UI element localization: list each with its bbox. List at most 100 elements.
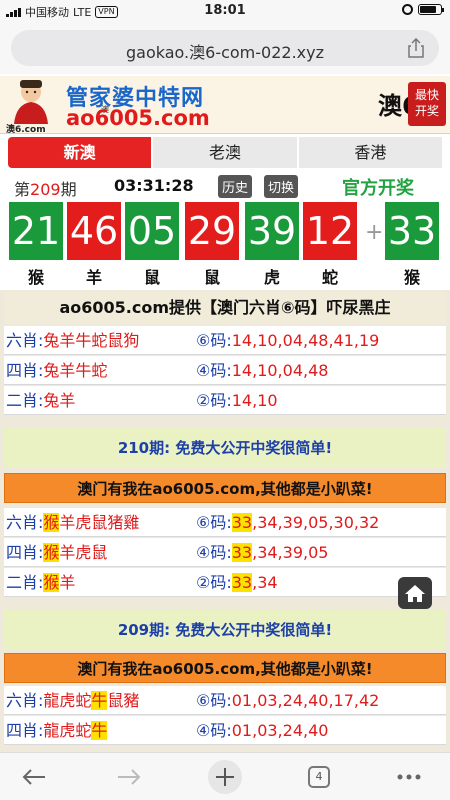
- code-cell: ⑥码:01,03,24,40,17,42: [196, 686, 379, 715]
- zodiac-value: 兔羊: [43, 391, 76, 410]
- code-label: ②码:: [196, 391, 232, 410]
- special-ball: 33: [385, 202, 439, 260]
- ball-6: 12: [303, 202, 357, 260]
- zodiac-highlight: 牛: [91, 721, 108, 740]
- zodiac-label: 六肖:: [6, 331, 44, 350]
- share-icon[interactable]: [407, 38, 425, 58]
- ad-banner-1[interactable]: 澳门有我在ao6005.com,其他都是小趴菜!: [4, 473, 446, 503]
- notice-209: 209期: 免费大公开中奖很简单!: [4, 610, 446, 650]
- battery-icon: [418, 4, 444, 15]
- browser-url-bar: gaokao.澳6-com-022.xyz: [0, 22, 450, 74]
- ball-2-zodiac: 羊: [85, 268, 102, 287]
- tab-laoao[interactable]: 老澳: [153, 137, 297, 168]
- forward-arrow-icon: [118, 769, 141, 785]
- prediction-row: 四肖:兔羊牛蛇 ④码:14,10,04,48: [4, 356, 446, 385]
- seal-line-2: 开奖: [414, 104, 439, 118]
- countdown-clock: 03:31:28: [114, 176, 194, 195]
- zodiac-label: 四肖:: [6, 361, 44, 380]
- zodiac-cell: 二肖:猴羊: [6, 568, 75, 597]
- history-button[interactable]: 历史: [218, 175, 253, 198]
- region-tabs: 新澳 老澳 香港: [8, 137, 442, 168]
- ball-4-zodiac: 鼠: [203, 268, 220, 287]
- draw-info: 第209期 03:31:28 历史 切换 官方开奖: [14, 173, 444, 199]
- ball-6-zodiac: 蛇: [321, 268, 338, 287]
- tab-hongkong[interactable]: 香港: [298, 137, 442, 168]
- notice-210: 210期: 免费大公开中奖很简单!: [4, 428, 446, 468]
- zodiac-label: 四肖:: [6, 543, 44, 562]
- code-value: 14,10: [231, 391, 278, 410]
- code-value: 14,10,04,48,41,19: [231, 331, 380, 350]
- switch-button[interactable]: 切换: [264, 175, 299, 198]
- url-text[interactable]: gaokao.澳6-com-022.xyz: [11, 39, 439, 63]
- zodiac-highlight: 猴: [43, 573, 60, 592]
- plus-icon: [216, 768, 234, 786]
- code-highlight: 33: [231, 573, 253, 592]
- zodiac-value: 鼠豬: [107, 691, 140, 710]
- prediction-row: 四肖:龍虎蛇牛 ④码:01,03,24,40: [4, 716, 446, 745]
- browser-toolbar: 4: [0, 752, 450, 800]
- forward-button[interactable]: [112, 761, 146, 793]
- tabs-button[interactable]: 4: [302, 761, 336, 793]
- ad-banner-2[interactable]: 澳门有我在ao6005.com,其他都是小趴菜!: [4, 653, 446, 683]
- code-label: ⑥码:: [196, 513, 232, 532]
- prediction-row: 六肖:龍虎蛇牛鼠豬 ⑥码:01,03,24,40,17,42: [4, 686, 446, 715]
- code-cell: ⑥码:14,10,04,48,41,19: [196, 326, 379, 355]
- ball-1-zodiac: 猴: [27, 268, 44, 287]
- zodiac-cell: 二肖:兔羊: [6, 386, 75, 415]
- prediction-row: 六肖:兔羊牛蛇鼠狗 ⑥码:14,10,04,48,41,19: [4, 326, 446, 355]
- zodiac-label: 二肖:: [6, 573, 44, 592]
- status-time: 18:01: [204, 3, 246, 18]
- ball-5-zodiac: 虎: [263, 268, 280, 287]
- prediction-row: 六肖:猴羊虎鼠猪雞 ⑥码:33,34,39,05,30,32: [4, 508, 446, 537]
- zodiac-value: 兔羊牛蛇: [43, 361, 108, 380]
- mascot-label: 澳6.com: [6, 125, 46, 134]
- code-cell: ②码:33,34: [196, 568, 278, 597]
- tab-xinao[interactable]: 新澳: [8, 137, 152, 168]
- menu-button[interactable]: [392, 761, 426, 793]
- ball-1: 21: [9, 202, 63, 260]
- tabs-icon: 4: [308, 766, 330, 788]
- new-tab-button[interactable]: [208, 760, 242, 794]
- official-draw-label: 官方开奖: [342, 178, 414, 199]
- zodiac-cell: 六肖:猴羊虎鼠猪雞: [6, 508, 139, 537]
- zodiac-label: 四肖:: [6, 721, 44, 740]
- code-label: ④码:: [196, 721, 232, 740]
- code-cell: ④码:33,34,39,05: [196, 538, 328, 567]
- zodiac-label: 二肖:: [6, 391, 44, 410]
- ball-5: 39: [245, 202, 299, 260]
- code-cell: ④码:01,03,24,40: [196, 716, 328, 745]
- seal-badge: 最快 开奖: [408, 82, 446, 126]
- zodiac-highlight: 牛: [91, 691, 108, 710]
- code-label: ④码:: [196, 361, 232, 380]
- content-header: ao6005.com提供【澳门六肖⑥码】吓尿黑庄: [4, 292, 446, 324]
- period-number: 209: [30, 180, 61, 199]
- zodiac-cell: 六肖:兔羊牛蛇鼠狗: [6, 326, 139, 355]
- prediction-row: 二肖:兔羊 ②码:14,10: [4, 386, 446, 415]
- more-icon: [397, 774, 421, 780]
- status-right: [402, 4, 444, 15]
- zodiac-label: 六肖:: [6, 513, 44, 532]
- site-banner: 澳6.com 管家婆中特网 澳 ao6005.com 澳6 最快 开奖: [0, 76, 450, 134]
- code-highlight: 33: [231, 543, 253, 562]
- code-value: 14,10,04,48: [231, 361, 329, 380]
- code-label: ⑥码:: [196, 331, 232, 350]
- rotation-lock-icon: [402, 4, 413, 15]
- back-button[interactable]: [17, 761, 51, 793]
- code-cell: ⑥码:33,34,39,05,30,32: [196, 508, 379, 537]
- address-field[interactable]: gaokao.澳6-com-022.xyz: [11, 30, 439, 66]
- zodiac-cell: 四肖:兔羊牛蛇: [6, 356, 107, 385]
- zodiac-cell: 六肖:龍虎蛇牛鼠豬: [6, 686, 139, 715]
- home-button[interactable]: [398, 577, 432, 609]
- zodiac-highlight: 猴: [43, 513, 60, 532]
- period-label: 第209期: [14, 176, 77, 200]
- zodiac-cell: 四肖:龍虎蛇牛: [6, 716, 108, 745]
- zodiac-value: 羊: [59, 573, 76, 592]
- prediction-row: 四肖:猴羊虎鼠 ④码:33,34,39,05: [4, 538, 446, 567]
- code-value: ,34,39,05,30,32: [252, 513, 380, 532]
- zodiac-highlight: 猴: [43, 543, 60, 562]
- zodiac-label: 六肖:: [6, 691, 44, 710]
- special-ball-zodiac: 猴: [403, 268, 420, 287]
- ball-3-zodiac: 鼠: [143, 268, 160, 287]
- code-value: ,34: [252, 573, 278, 592]
- mascot-logo-icon: [14, 80, 48, 124]
